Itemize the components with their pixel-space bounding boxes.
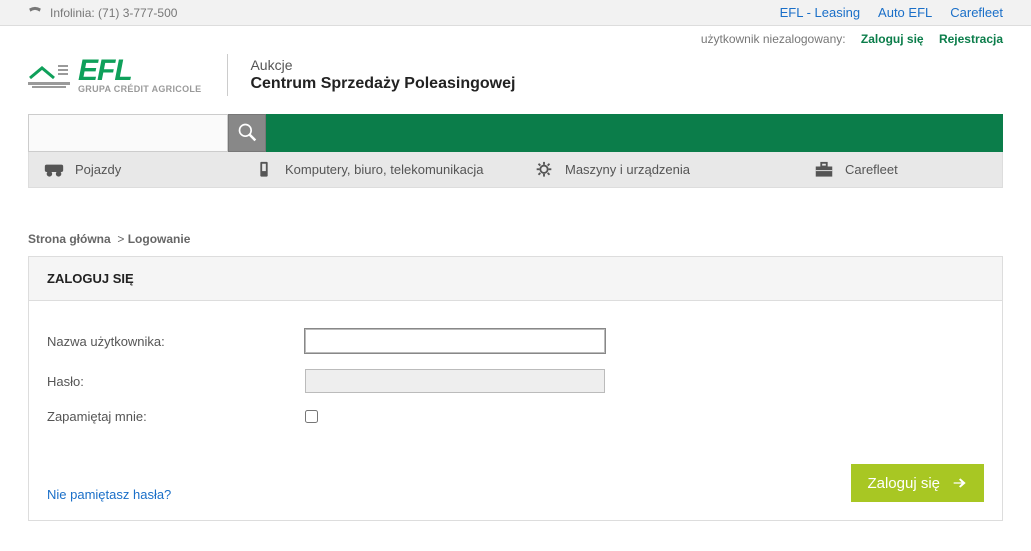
breadcrumb: Strona główna > Logowanie	[0, 188, 1031, 256]
car-icon	[43, 161, 65, 179]
ca-logo-icon	[28, 60, 70, 90]
category-label: Carefleet	[845, 162, 898, 177]
title-big: Centrum Sprzedaży Poleasingowej	[250, 75, 515, 93]
search-button[interactable]	[228, 114, 266, 152]
panel-body: Nazwa użytkownika: Hasło: Zapamiętaj mni…	[29, 301, 1002, 520]
title-separator	[227, 54, 228, 96]
header: EFL GRUPA CRÉDIT AGRICOLE Aukcje Centrum…	[0, 48, 1031, 114]
phone-icon	[28, 5, 42, 20]
panel-title: ZALOGUJ SIĘ	[29, 257, 1002, 301]
category-label: Komputery, biuro, telekomunikacja	[285, 162, 483, 177]
breadcrumb-sep: >	[117, 232, 124, 246]
logo-efl-text: EFL	[78, 57, 201, 84]
infolinia: Infolinia: (71) 3-777-500	[28, 5, 177, 20]
infolinia-text: Infolinia: (71) 3-777-500	[50, 6, 177, 20]
remember-checkbox[interactable]	[305, 410, 318, 423]
submit-label: Zaloguj się	[867, 475, 940, 492]
username-input[interactable]	[305, 329, 605, 353]
user-bar: użytkownik niezalogowany: Zaloguj się Re…	[0, 26, 1031, 48]
row-remember: Zapamiętaj mnie:	[47, 409, 984, 424]
form-actions: Nie pamiętasz hasła? Zaloguj się	[47, 464, 984, 502]
top-links: EFL - Leasing Auto EFL Carefleet	[780, 5, 1003, 20]
logo-grupa-text: GRUPA CRÉDIT AGRICOLE	[78, 84, 201, 94]
category-komputery[interactable]: Komputery, biuro, telekomunikacja	[239, 161, 519, 179]
forgot-password-link[interactable]: Nie pamiętasz hasła?	[47, 487, 171, 502]
logo-text: EFL GRUPA CRÉDIT AGRICOLE	[78, 57, 201, 94]
title-small: Aukcje	[250, 57, 515, 73]
remember-label: Zapamiętaj mnie:	[47, 409, 305, 424]
arrow-right-icon	[950, 474, 968, 492]
category-maszyny[interactable]: Maszyny i urządzenia	[519, 161, 799, 179]
top-link-carefleet[interactable]: Carefleet	[950, 5, 1003, 20]
top-link-efl-leasing[interactable]: EFL - Leasing	[780, 5, 860, 20]
category-label: Pojazdy	[75, 162, 121, 177]
search-input[interactable]	[28, 114, 228, 152]
category-carefleet[interactable]: Carefleet	[799, 161, 1002, 179]
password-input[interactable]	[305, 369, 605, 393]
site-title: Aukcje Centrum Sprzedaży Poleasingowej	[250, 57, 515, 93]
top-link-auto-efl[interactable]: Auto EFL	[878, 5, 932, 20]
briefcase-icon	[813, 161, 835, 179]
register-link[interactable]: Rejestracja	[939, 32, 1003, 46]
row-password: Hasło:	[47, 369, 984, 393]
breadcrumb-home[interactable]: Strona główna	[28, 232, 111, 246]
username-label: Nazwa użytkownika:	[47, 334, 305, 349]
green-strip	[266, 114, 1003, 152]
breadcrumb-current: Logowanie	[128, 232, 191, 246]
login-link[interactable]: Zaloguj się	[861, 32, 924, 46]
password-label: Hasło:	[47, 374, 305, 389]
category-pojazdy[interactable]: Pojazdy	[29, 161, 239, 179]
phone-device-icon	[253, 161, 275, 179]
login-panel: ZALOGUJ SIĘ Nazwa użytkownika: Hasło: Za…	[28, 256, 1003, 521]
user-status: użytkownik niezalogowany:	[701, 32, 846, 46]
category-label: Maszyny i urządzenia	[565, 162, 690, 177]
gear-icon	[533, 161, 555, 179]
search-bar	[28, 114, 1003, 152]
logo[interactable]: EFL GRUPA CRÉDIT AGRICOLE	[28, 57, 201, 94]
submit-button[interactable]: Zaloguj się	[851, 464, 984, 502]
search-icon	[237, 122, 257, 145]
top-bar: Infolinia: (71) 3-777-500 EFL - Leasing …	[0, 0, 1031, 26]
category-bar: Pojazdy Komputery, biuro, telekomunikacj…	[28, 152, 1003, 188]
row-username: Nazwa użytkownika:	[47, 329, 984, 353]
